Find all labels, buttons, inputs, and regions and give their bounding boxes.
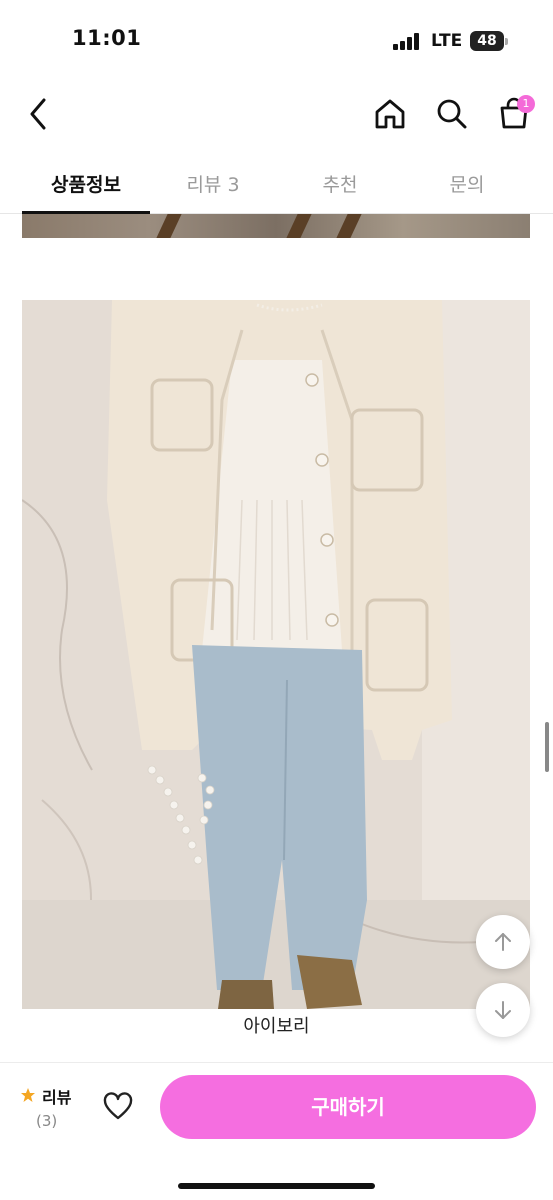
star-icon [21,1088,35,1102]
wishlist-button[interactable] [102,1091,134,1123]
signal-icon [393,32,423,50]
search-button[interactable] [434,96,470,132]
chevron-left-icon [30,98,46,130]
image-caption: 아이보리 [243,1016,310,1037]
heart-icon [103,1092,133,1120]
tab-reviews[interactable]: 리뷰 3 [150,170,276,197]
arrow-down-icon [495,1001,511,1019]
product-image-previous [22,214,530,238]
battery-icon: 48 [470,31,508,51]
scroll-down-button[interactable] [476,983,530,1037]
tab-inquiry[interactable]: 문의 [404,170,530,197]
review-count: (3) [36,1112,58,1130]
home-icon [375,99,405,129]
buy-button[interactable]: 구매하기 [160,1075,536,1139]
cart-badge: 1 [517,95,535,113]
tab-product-info[interactable]: 상품정보 [22,170,150,197]
network-type: LTE [431,31,463,51]
status-time: 11:01 [72,26,142,50]
arrow-up-icon [495,933,511,951]
tab-recommend[interactable]: 추천 [276,170,404,197]
review-label: 리뷰 [42,1088,72,1107]
home-button[interactable] [372,96,408,132]
home-indicator [178,1183,375,1189]
back-button[interactable] [22,94,58,134]
product-image [22,300,530,1009]
search-icon [437,99,467,129]
scrollbar[interactable] [545,722,549,772]
scroll-up-button[interactable] [476,915,530,969]
bottom-bar-divider [0,1062,553,1063]
